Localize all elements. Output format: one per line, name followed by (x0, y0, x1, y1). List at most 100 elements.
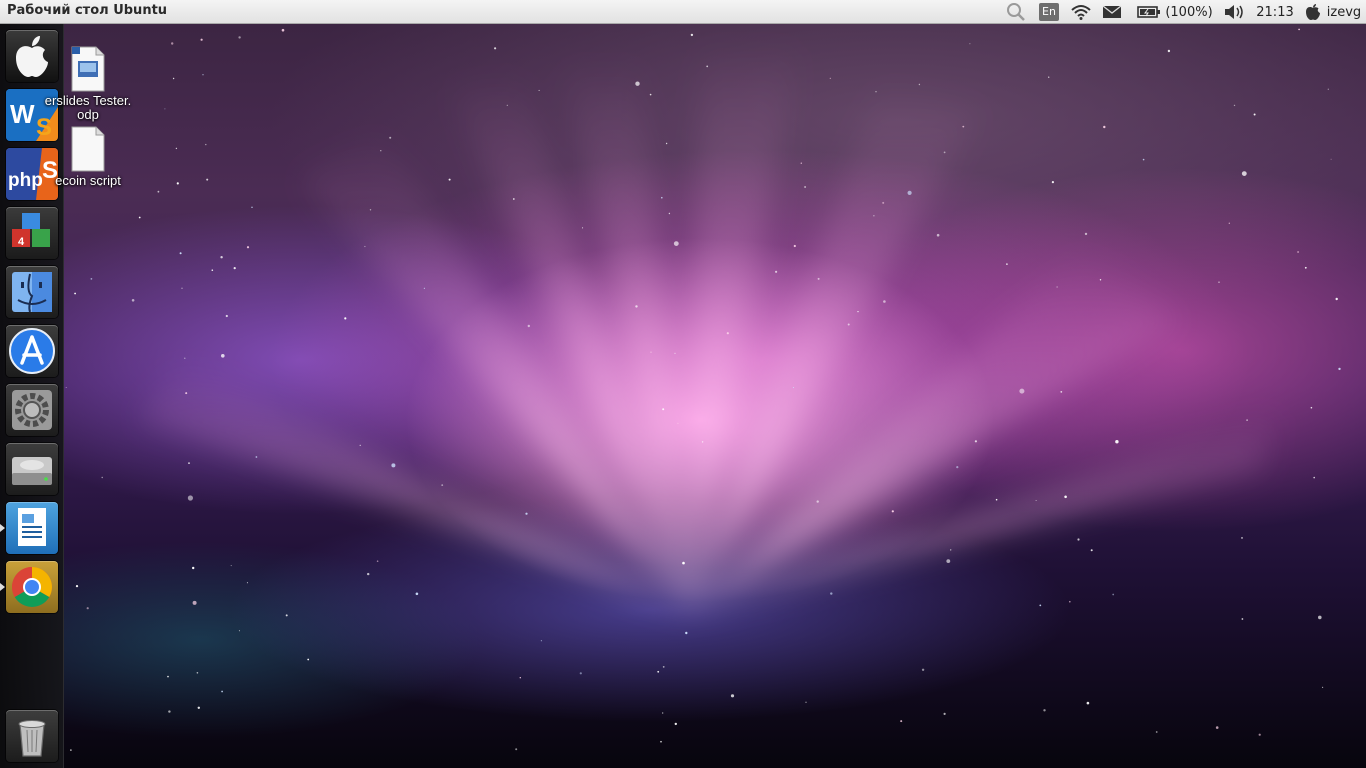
star (515, 748, 518, 751)
star (673, 241, 679, 247)
star (775, 270, 778, 273)
star (674, 352, 676, 354)
text-file-icon (71, 126, 105, 172)
launcher-item-finder[interactable] (6, 266, 58, 318)
star (1330, 158, 1332, 160)
star (233, 267, 236, 270)
keyboard-layout-label: En (1039, 3, 1059, 21)
star (1048, 76, 1050, 78)
window-title: Рабочий стол Ubuntu (7, 3, 168, 18)
apple-icon[interactable] (1303, 0, 1323, 24)
star (962, 125, 965, 128)
star (918, 83, 921, 86)
star (369, 209, 372, 211)
star (196, 672, 199, 674)
running-indicator (0, 524, 5, 532)
star (197, 706, 200, 709)
star (805, 701, 807, 703)
star (389, 136, 392, 139)
star (635, 81, 640, 86)
star (662, 712, 664, 714)
star (423, 287, 425, 289)
star (220, 256, 223, 259)
launcher-item-chrome[interactable] (6, 561, 58, 613)
star (1060, 391, 1063, 393)
star (359, 444, 361, 446)
star (519, 677, 521, 679)
star (205, 143, 207, 146)
star (131, 299, 135, 302)
star (172, 77, 175, 80)
desktop-wallpaper (0, 0, 1366, 768)
star (1103, 125, 1106, 129)
star (900, 720, 903, 723)
star (1142, 158, 1145, 161)
wifi-icon[interactable] (1069, 0, 1093, 24)
star (525, 512, 528, 515)
launcher-item-writer[interactable] (6, 502, 58, 554)
star (184, 357, 186, 359)
top-panel: Рабочий стол Ubuntu En (100%) 21:13 izev… (0, 0, 1366, 24)
volume-icon[interactable] (1222, 0, 1246, 24)
star (847, 323, 850, 326)
star (246, 246, 250, 249)
battery-icon[interactable] (1136, 0, 1162, 24)
star (1218, 281, 1220, 283)
star (1051, 181, 1054, 184)
star (281, 28, 285, 32)
star (650, 351, 652, 353)
star (307, 658, 310, 661)
star (448, 178, 451, 181)
search-icon[interactable] (1004, 0, 1028, 24)
star (65, 387, 67, 388)
star (225, 314, 228, 318)
star (540, 640, 543, 642)
star (506, 104, 508, 106)
star (690, 33, 694, 37)
star (1318, 615, 1322, 620)
star (1335, 297, 1338, 301)
star (138, 216, 141, 219)
star (1039, 604, 1042, 607)
star (164, 108, 166, 110)
star (1313, 476, 1315, 479)
star (921, 668, 925, 671)
star (1298, 28, 1300, 31)
star (185, 392, 188, 395)
launcher-item-apple[interactable] (6, 30, 58, 82)
star (674, 722, 677, 726)
star (706, 65, 709, 68)
star (582, 227, 584, 229)
star (1064, 495, 1067, 499)
launcher-item-cubes[interactable]: 4 (6, 207, 58, 259)
star (285, 614, 288, 617)
star (1215, 726, 1219, 729)
star (891, 510, 894, 513)
star (1090, 549, 1093, 552)
star (192, 600, 197, 605)
launcher-item-app-store[interactable] (6, 325, 58, 377)
star (793, 244, 796, 248)
clock[interactable]: 21:13 (1254, 0, 1296, 24)
username[interactable]: izevg (1325, 0, 1363, 24)
star (246, 582, 248, 584)
star (255, 456, 258, 458)
star (1069, 600, 1071, 603)
star (677, 422, 679, 424)
star (202, 74, 204, 76)
star (157, 190, 160, 193)
star (1246, 419, 1248, 421)
launcher-item-hard-drive[interactable] (6, 443, 58, 495)
star (179, 252, 182, 255)
star (1086, 701, 1090, 705)
keyboard-layout-indicator[interactable]: En (1039, 0, 1059, 24)
star (380, 150, 382, 152)
star (176, 182, 179, 185)
star (75, 585, 79, 588)
star (1253, 113, 1256, 116)
star (873, 215, 875, 217)
mail-icon[interactable] (1101, 0, 1123, 24)
star (817, 277, 820, 280)
launcher-item-trash[interactable] (6, 710, 58, 762)
launcher-item-system-preferences[interactable] (6, 384, 58, 436)
